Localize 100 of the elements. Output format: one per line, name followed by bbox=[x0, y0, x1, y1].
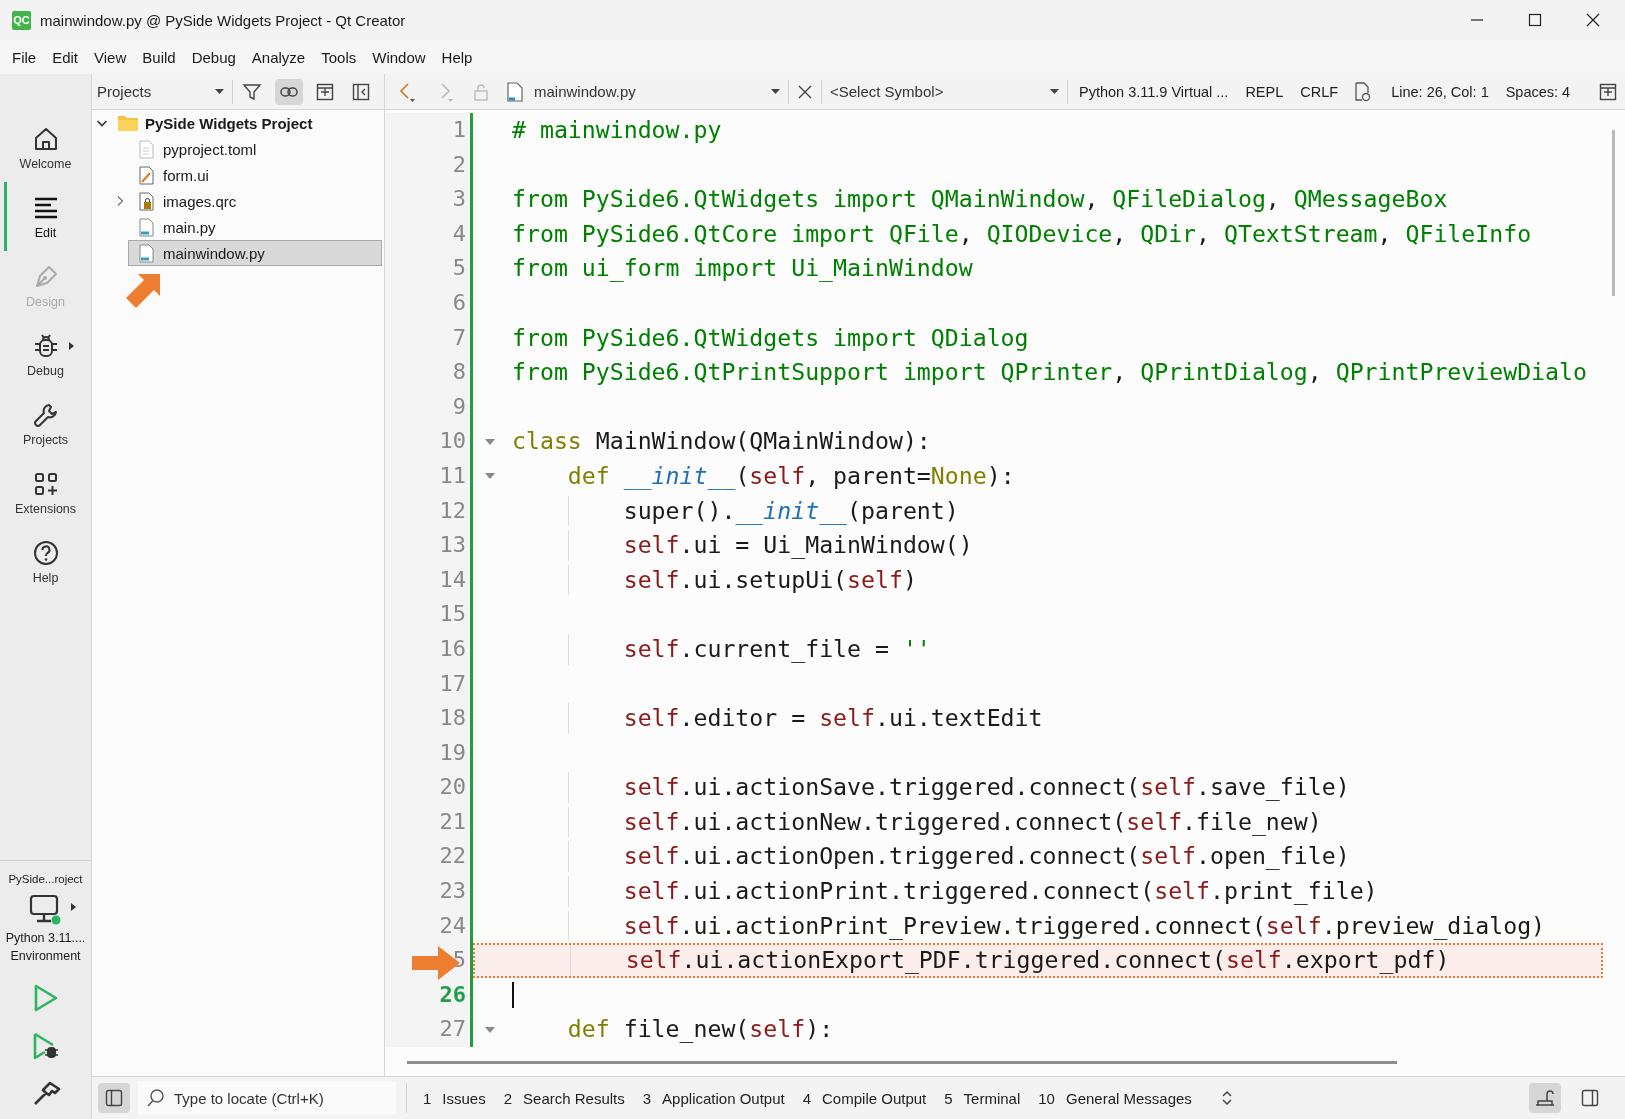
menu-item[interactable]: Window bbox=[364, 44, 434, 70]
line-number: 8 bbox=[385, 355, 468, 390]
code-line: self.ui.setupUi(self) bbox=[622, 565, 917, 593]
line-number: 2 bbox=[385, 147, 468, 183]
python-file-icon bbox=[138, 217, 154, 237]
up-down-arrows-icon[interactable] bbox=[1221, 1090, 1232, 1106]
menu-item[interactable]: File bbox=[4, 44, 45, 70]
home-icon bbox=[32, 125, 59, 152]
output-pane-tab[interactable]: 2 Search Results bbox=[497, 1085, 631, 1111]
code-line: self.ui.actionExport_PDF.triggered.connect(self.export_pdf) bbox=[624, 946, 1450, 974]
kit-label: Python 3.11.... bbox=[5, 930, 86, 947]
code-line: from PySide6.QtCore import QFile, QIODevice, QDir, QTextStream, QFileInfo bbox=[512, 219, 1532, 247]
link-button[interactable] bbox=[275, 78, 303, 105]
line-number: 20 bbox=[385, 770, 468, 805]
code-line: def __init__(self, parent=None): bbox=[566, 461, 1015, 489]
help-icon bbox=[32, 539, 59, 566]
back-icon[interactable] bbox=[397, 80, 417, 103]
menu-item[interactable]: Debug bbox=[183, 44, 244, 70]
open-file-dropdown[interactable]: mainwindow.py bbox=[498, 74, 788, 109]
text-file-icon bbox=[138, 139, 154, 159]
scrollbar[interactable] bbox=[1612, 130, 1615, 296]
fold-icon[interactable] bbox=[484, 473, 495, 480]
line-number: 17 bbox=[385, 666, 468, 702]
bug-icon bbox=[32, 332, 59, 359]
symbol-dropdown[interactable]: <Select Symbol> bbox=[822, 74, 1067, 109]
cursor-position[interactable]: Line: 26, Col: 1 bbox=[1391, 83, 1489, 100]
connection-button[interactable] bbox=[1529, 1083, 1561, 1113]
link-icon bbox=[280, 85, 298, 98]
tree-item[interactable]: pyproject.toml bbox=[128, 136, 382, 162]
document-sync-icon[interactable] bbox=[1353, 81, 1372, 102]
right-sidebar-icon[interactable] bbox=[1581, 1089, 1599, 1107]
output-pane-tab[interactable]: 5 Terminal bbox=[938, 1085, 1027, 1111]
output-pane-tab[interactable]: 1 Issues bbox=[417, 1085, 492, 1111]
menu-item[interactable]: Edit bbox=[44, 44, 87, 70]
mode-button[interactable]: Help bbox=[0, 527, 91, 596]
output-pane-tab[interactable]: 3 Application Output bbox=[636, 1085, 791, 1111]
line-number: 7 bbox=[385, 320, 468, 356]
tree-item[interactable]: PySide Widgets Project bbox=[110, 110, 382, 136]
tree-item[interactable]: form.ui bbox=[128, 162, 382, 188]
tree-item[interactable]: main.py bbox=[128, 214, 382, 240]
code-line: self.ui.actionSave.triggered.connect(self.save_file) bbox=[622, 773, 1350, 801]
mode-button[interactable]: Projects bbox=[0, 389, 91, 458]
maximize-icon[interactable] bbox=[1528, 13, 1542, 27]
indentation-selector[interactable]: Spaces: 4 bbox=[1505, 83, 1571, 100]
folder-icon bbox=[117, 114, 139, 132]
line-endings-selector[interactable]: CRLF bbox=[1300, 83, 1339, 100]
debug-run-icon[interactable] bbox=[31, 1031, 60, 1061]
line-number: 10 bbox=[385, 424, 468, 459]
line-number: 12 bbox=[385, 493, 468, 529]
python-file-icon bbox=[138, 243, 154, 263]
kit-label: Environment bbox=[10, 948, 81, 965]
text-cursor bbox=[512, 981, 514, 1009]
search-icon bbox=[146, 1088, 166, 1108]
form-file-icon bbox=[138, 165, 154, 185]
output-pane-tab[interactable]: 4 Compile Output bbox=[796, 1085, 933, 1111]
code-line: from PySide6.QtWidgets import QMainWindow, QFileDialog, QMessageBox bbox=[512, 185, 1448, 213]
code-line: self.ui.actionNew.triggered.connect(self.file_new) bbox=[622, 807, 1322, 835]
line-number: 5 bbox=[385, 251, 468, 286]
tree-item[interactable]: images.qrc bbox=[128, 188, 382, 214]
interpreter-selector[interactable]: Python 3.11.9 Virtual ... bbox=[1079, 83, 1229, 100]
line-number: 15 bbox=[385, 597, 468, 632]
code-line: from ui_form import Ui_MainWindow bbox=[512, 254, 973, 282]
monitor-icon[interactable] bbox=[28, 894, 63, 926]
code-line: self.current_file = '' bbox=[622, 634, 931, 662]
project-label: PySide...roject bbox=[8, 873, 83, 885]
tree-item[interactable]: mainwindow.py bbox=[128, 240, 382, 266]
line-number: 23 bbox=[385, 874, 468, 909]
code-line: self.ui = Ui_MainWindow() bbox=[622, 531, 973, 559]
line-number: 27 bbox=[385, 1012, 468, 1048]
output-pane-tab[interactable]: 10 General Messages bbox=[1032, 1085, 1198, 1111]
line-number: 11 bbox=[385, 458, 468, 494]
sidebar-view-dropdown[interactable]: Projects bbox=[92, 74, 232, 109]
menu-item[interactable]: Tools bbox=[313, 44, 365, 70]
close-icon[interactable] bbox=[1586, 13, 1600, 27]
resource-file-icon bbox=[138, 191, 154, 211]
close-sidebar-icon[interactable] bbox=[352, 82, 370, 101]
split-icon[interactable] bbox=[1599, 82, 1617, 101]
menu-item[interactable]: View bbox=[86, 44, 135, 70]
sidebar-toggle-button[interactable] bbox=[98, 1083, 130, 1113]
fold-icon[interactable] bbox=[484, 438, 495, 445]
mode-button[interactable]: Extensions bbox=[0, 458, 91, 527]
locator-field[interactable]: Type to locate (Ctrl+K) bbox=[138, 1081, 396, 1115]
code-line: super().__init__(parent) bbox=[622, 496, 959, 524]
mode-button[interactable]: Welcome bbox=[0, 113, 91, 182]
line-number: 9 bbox=[385, 389, 468, 425]
menu-item[interactable]: Help bbox=[433, 44, 481, 70]
scrollbar[interactable] bbox=[407, 1061, 1397, 1065]
submenu-arrow-icon bbox=[68, 341, 74, 350]
window-title: mainwindow.py @ PySide Widgets Project - Qt Creator bbox=[40, 11, 406, 29]
close-icon[interactable] bbox=[798, 84, 812, 99]
repl-button[interactable]: REPL bbox=[1245, 83, 1284, 100]
filter-icon[interactable] bbox=[242, 81, 262, 102]
fold-icon[interactable] bbox=[484, 1026, 495, 1033]
app-logo: QC bbox=[12, 10, 31, 30]
mode-button[interactable]: Debug bbox=[0, 320, 91, 389]
locator-input[interactable]: Type to locate (Ctrl+K) bbox=[172, 1088, 396, 1108]
split-add-icon[interactable] bbox=[316, 82, 334, 101]
line-number: 13 bbox=[385, 528, 468, 563]
menu-item[interactable]: Analyze bbox=[243, 44, 314, 70]
menu-item[interactable]: Build bbox=[134, 44, 184, 70]
